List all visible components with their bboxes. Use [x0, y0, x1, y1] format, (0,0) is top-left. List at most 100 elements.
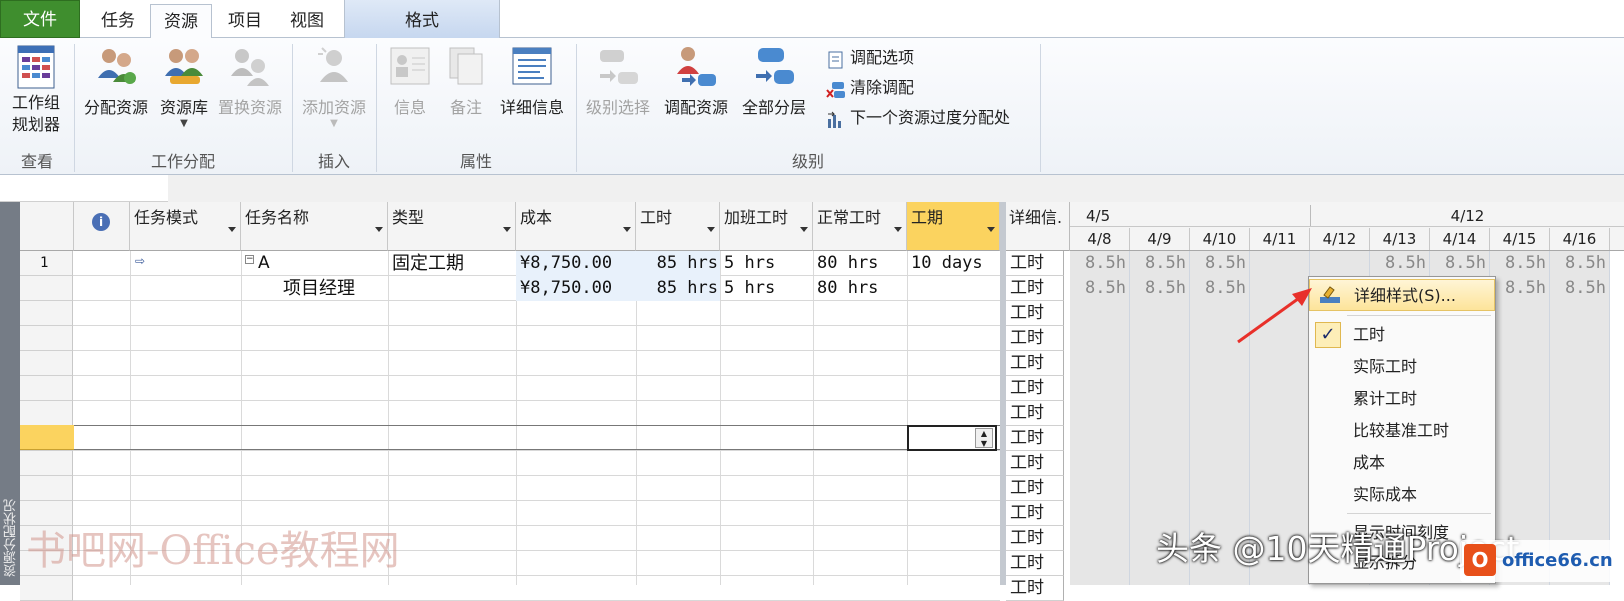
- timescale-value[interactable]: 8.5h: [1130, 276, 1186, 301]
- row-header[interactable]: [20, 276, 73, 301]
- row-header[interactable]: [20, 451, 73, 476]
- details-button[interactable]: 详细信息: [494, 44, 570, 118]
- duration-editor[interactable]: ▲ ▼: [907, 425, 997, 451]
- header-indicators[interactable]: i: [74, 202, 130, 251]
- regular-work-cell[interactable]: 80 hrs: [817, 276, 905, 301]
- table-row[interactable]: [20, 301, 1000, 326]
- replace-resource-label: 置换资源: [217, 98, 282, 117]
- timescale-value[interactable]: 8.5h: [1550, 251, 1606, 276]
- task-name-cell[interactable]: A: [258, 251, 378, 276]
- header-regular-work[interactable]: 正常工时: [813, 202, 907, 251]
- next-overallocation-button[interactable]: 下一个资源过度分配处: [826, 104, 1010, 132]
- header-row-id[interactable]: [20, 202, 74, 251]
- dropdown-arrow-icon: [375, 227, 383, 232]
- row-header[interactable]: [20, 301, 73, 326]
- type-cell[interactable]: 固定工期: [392, 251, 512, 276]
- clear-leveling-label: 清除调配: [850, 78, 915, 97]
- table-row[interactable]: [20, 576, 1000, 601]
- menu-item-detail-styles[interactable]: 详细样式(S)...: [1309, 279, 1495, 311]
- resource-pool-icon: [162, 44, 206, 88]
- table-row[interactable]: [20, 326, 1000, 351]
- work-cell[interactable]: 85 hrs: [640, 276, 718, 301]
- duration-cell[interactable]: 10 days: [911, 251, 999, 276]
- row-header[interactable]: [20, 401, 73, 426]
- overtime-cell[interactable]: 5 hrs: [724, 276, 812, 301]
- timescale-value[interactable]: 8.5h: [1130, 251, 1186, 276]
- tab-resource[interactable]: 资源: [150, 4, 212, 39]
- work-cell[interactable]: 85 hrs: [640, 251, 718, 276]
- timescale-day-column[interactable]: [1550, 251, 1610, 585]
- timescale-day-column[interactable]: [1070, 251, 1130, 585]
- timescale-value[interactable]: 8.5h: [1370, 251, 1426, 276]
- header-cost[interactable]: 成本: [516, 202, 636, 251]
- details-icon: [510, 44, 554, 88]
- menu-item-actual-cost[interactable]: 实际成本: [1309, 479, 1495, 511]
- table-row[interactable]: [20, 351, 1000, 376]
- table-row[interactable]: [20, 401, 1000, 426]
- timescale-value[interactable]: 8.5h: [1490, 276, 1546, 301]
- timescale-value[interactable]: 8.5h: [1070, 276, 1126, 301]
- day-label: 4/10: [1190, 228, 1250, 250]
- row-header[interactable]: [20, 326, 73, 351]
- tab-format[interactable]: 格式: [344, 4, 500, 38]
- selected-row-header[interactable]: [20, 425, 74, 450]
- assign-resources-button[interactable]: 分配资源: [80, 44, 152, 118]
- table-row[interactable]: [20, 376, 1000, 401]
- dropdown-arrow-icon: [228, 227, 236, 232]
- week-label: 4/12: [1310, 205, 1624, 227]
- row-header[interactable]: [20, 576, 73, 601]
- header-type[interactable]: 类型: [388, 202, 516, 251]
- clear-leveling-button[interactable]: 清除调配: [826, 74, 914, 102]
- header-cost-label: 成本: [520, 208, 553, 227]
- level-all-button[interactable]: 全部分层: [736, 44, 812, 118]
- collapse-icon[interactable]: −: [245, 255, 254, 264]
- day-label: 4/16: [1550, 228, 1610, 250]
- header-details[interactable]: 详细信.: [1006, 202, 1070, 251]
- overtime-cell[interactable]: 5 hrs: [724, 251, 812, 276]
- timescale-value[interactable]: 8.5h: [1430, 251, 1486, 276]
- resource-pool-button[interactable]: 资源库 ▼: [153, 44, 215, 129]
- detail-label: 工时: [1006, 501, 1064, 526]
- timescale-value[interactable]: 8.5h: [1490, 251, 1546, 276]
- tab-project[interactable]: 项目: [216, 4, 274, 38]
- entry-bar[interactable]: [0, 175, 168, 202]
- next-overallocation-label: 下一个资源过度分配处: [850, 108, 1011, 127]
- team-planner-button[interactable]: 工作组 规划器: [2, 44, 70, 136]
- table-row[interactable]: [20, 451, 1000, 476]
- annotation-arrow-icon: [1237, 288, 1312, 344]
- row-header[interactable]: [20, 376, 73, 401]
- tab-file[interactable]: 文件: [0, 0, 80, 38]
- selected-row[interactable]: [74, 425, 1000, 450]
- day-label: 4/12: [1310, 228, 1370, 250]
- spinner-icon[interactable]: ▲ ▼: [975, 428, 993, 448]
- timescale-value[interactable]: 8.5h: [1190, 251, 1246, 276]
- level-resource-button[interactable]: 调配资源: [658, 44, 734, 118]
- row-header[interactable]: [20, 476, 73, 501]
- assignment-name-cell[interactable]: 项目经理: [283, 276, 383, 301]
- menu-item-cumulative-work[interactable]: 累计工时: [1309, 383, 1495, 415]
- menu-item-cost[interactable]: 成本: [1309, 447, 1495, 479]
- timescale-value[interactable]: 8.5h: [1070, 251, 1126, 276]
- menu-item-work[interactable]: 工时 ✓: [1309, 319, 1495, 351]
- header-task-name[interactable]: 任务名称: [241, 202, 388, 251]
- cost-cell[interactable]: ¥8,750.00: [520, 251, 634, 276]
- header-task-mode[interactable]: 任务模式: [130, 202, 241, 251]
- table-row[interactable]: [20, 476, 1000, 501]
- leveling-options-button[interactable]: 调配选项: [826, 44, 914, 72]
- row-header[interactable]: [20, 351, 73, 376]
- timescale-divider: [1070, 226, 1624, 227]
- group-label-insert: 插入: [317, 152, 350, 171]
- level-selection-button: 级别选择: [580, 44, 656, 118]
- timescale-value[interactable]: 8.5h: [1550, 276, 1606, 301]
- dropdown-arrow-icon: [800, 227, 808, 232]
- menu-item-actual-work[interactable]: 实际工时: [1309, 351, 1495, 383]
- header-duration[interactable]: 工期: [907, 202, 1000, 251]
- dropdown-arrow-icon: ▼: [180, 118, 188, 129]
- header-work[interactable]: 工时: [636, 202, 720, 251]
- header-overtime-work[interactable]: 加班工时: [720, 202, 813, 251]
- regular-work-cell[interactable]: 80 hrs: [817, 251, 905, 276]
- cost-cell[interactable]: ¥8,750.00: [520, 276, 634, 301]
- tab-task[interactable]: 任务: [90, 4, 146, 38]
- menu-item-baseline-work[interactable]: 比较基准工时: [1309, 415, 1495, 447]
- tab-view[interactable]: 视图: [278, 4, 336, 38]
